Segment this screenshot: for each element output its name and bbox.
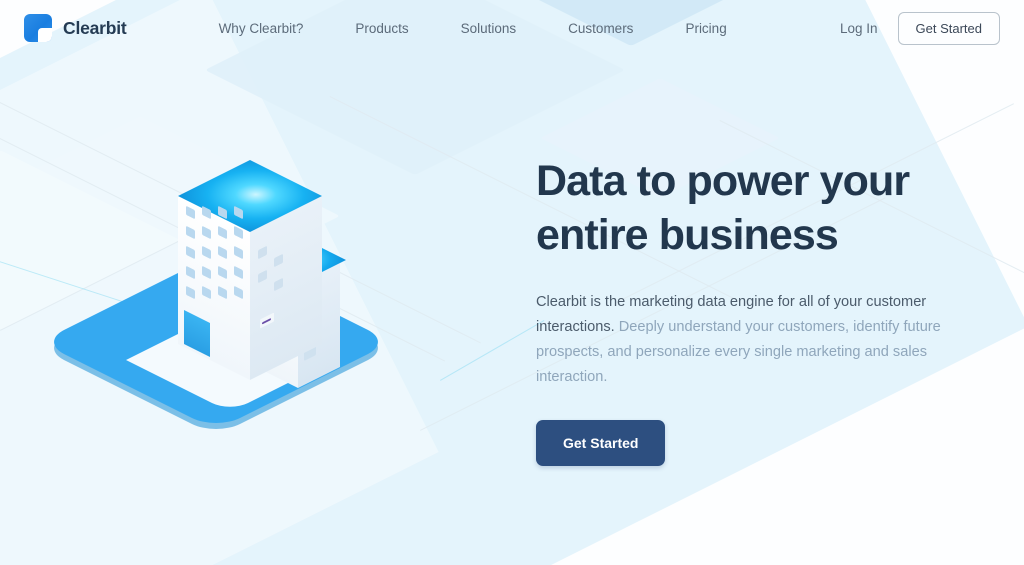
log-in-link[interactable]: Log In: [840, 21, 878, 36]
header-get-started-button[interactable]: Get Started: [897, 11, 1000, 45]
hero-get-started-button[interactable]: Get Started: [536, 419, 666, 466]
hero-copy: Data to power your entire business Clear…: [512, 56, 1024, 565]
nav-item-solutions[interactable]: Solutions: [435, 15, 543, 42]
page-title: Data to power your entire business: [536, 157, 910, 259]
isometric-buildings-icon: [40, 132, 426, 472]
header-actions: Log In Get Started: [840, 11, 1000, 45]
page-root: Clearbit Why Clearbit? Products Solution…: [0, 0, 1024, 565]
nav-item-customers[interactable]: Customers: [542, 15, 659, 42]
hero-section: Data to power your entire business Clear…: [0, 56, 1024, 565]
hero-description: Clearbit is the marketing data engine fo…: [536, 290, 960, 390]
hero-illustration: [0, 56, 512, 565]
tall-building: [178, 160, 322, 390]
brand-logo-link[interactable]: Clearbit: [24, 14, 127, 42]
site-header: Clearbit Why Clearbit? Products Solution…: [0, 0, 1024, 56]
nav-item-products[interactable]: Products: [329, 15, 434, 42]
clearbit-logo-icon: [24, 14, 52, 42]
nav-item-pricing[interactable]: Pricing: [659, 15, 752, 42]
main-navigation: Why Clearbit? Products Solutions Custome…: [193, 15, 753, 42]
nav-item-why-clearbit[interactable]: Why Clearbit?: [193, 15, 330, 42]
brand-name: Clearbit: [63, 17, 127, 38]
